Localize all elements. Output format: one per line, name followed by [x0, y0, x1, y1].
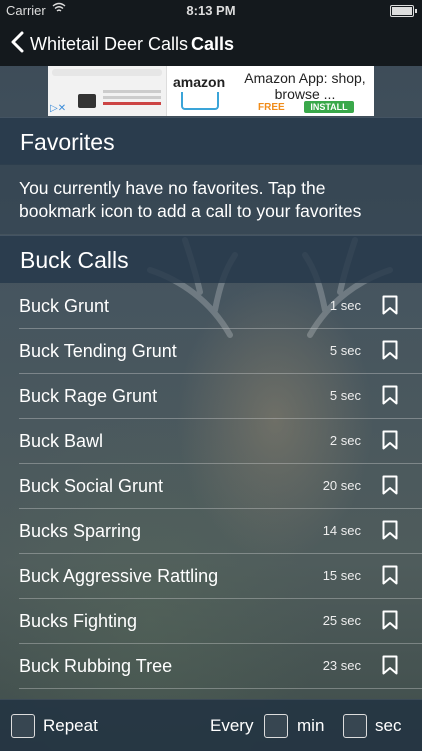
bookmark-icon[interactable]: [382, 295, 398, 315]
call-name: Buck Bawl: [19, 431, 104, 451]
bookmark-icon[interactable]: [382, 385, 398, 405]
ad-brand: amazon: [173, 74, 226, 90]
seconds-label: sec: [375, 716, 402, 735]
list-item[interactable]: Buck Grunt 1 sec: [19, 284, 422, 329]
minutes-label: min: [297, 716, 325, 735]
navigation-bar: Whitetail Deer Calls Calls: [0, 22, 422, 66]
list-item[interactable]: Buck Rage Grunt 5 sec: [19, 374, 422, 419]
call-duration: 20 sec: [322, 478, 361, 493]
ad-banner[interactable]: ▷✕ amazon Amazon App: shop, browse ... F…: [48, 66, 374, 116]
bookmark-icon[interactable]: [382, 520, 398, 540]
ad-headline: Amazon App: shop, browse ...: [244, 70, 366, 102]
favorites-empty-message: You currently have no favorites. Tap the…: [0, 164, 422, 234]
ad-product-lines: [103, 90, 161, 93]
list-item[interactable]: Buck Tending Grunt 5 sec: [19, 329, 422, 374]
call-duration: 2 sec: [329, 433, 361, 448]
page-title: Calls: [191, 34, 235, 54]
list-item[interactable]: Buck Bawl 2 sec: [19, 419, 422, 464]
camera-icon: [78, 94, 96, 108]
ad-free-label: FREE: [258, 102, 285, 113]
minutes-input[interactable]: [264, 714, 288, 738]
favorites-header-label: Favorites: [20, 129, 115, 155]
list-item[interactable]: Buck Aggressive Rattling 15 sec: [19, 554, 422, 599]
call-name: Buck Social Grunt: [19, 476, 164, 496]
call-name: Buck Grunt: [19, 296, 110, 316]
list-item[interactable]: Buck Rubbing Tree 23 sec: [19, 644, 422, 689]
call-duration: 5 sec: [329, 343, 361, 358]
repeat-toolbar: Repeat Every min sec: [0, 699, 422, 751]
favorites-message-text: You currently have no favorites. Tap the…: [19, 178, 362, 221]
repeat-checkbox[interactable]: [11, 714, 35, 738]
call-duration: 23 sec: [322, 658, 361, 673]
battery-icon: [390, 5, 417, 17]
call-name: Buck Tending Grunt: [19, 341, 177, 361]
status-time: 8:13 PM: [186, 3, 236, 18]
back-button[interactable]: Whitetail Deer Calls: [10, 31, 188, 57]
call-duration: 25 sec: [322, 613, 361, 628]
list-item[interactable]: Buck Social Grunt 20 sec: [19, 464, 422, 509]
call-name: Buck Rubbing Tree: [19, 656, 173, 676]
ad-search-bar: [52, 69, 162, 76]
call-name: Bucks Fighting: [19, 611, 138, 631]
call-duration: 15 sec: [322, 568, 361, 583]
bookmark-icon[interactable]: [382, 340, 398, 360]
repeat-label: Repeat: [43, 716, 98, 735]
bookmark-icon[interactable]: [382, 655, 398, 675]
ad-install-button[interactable]: INSTALL: [304, 101, 354, 113]
ad-choices-icon[interactable]: ▷✕: [50, 103, 66, 114]
chevron-left-icon: [10, 31, 24, 57]
call-name: Buck Aggressive Rattling: [19, 566, 219, 586]
call-duration: 1 sec: [329, 298, 361, 313]
list-item[interactable]: Bucks Sparring 14 sec: [19, 509, 422, 554]
buck-calls-list: Buck Grunt 1 sec Buck Tending Grunt 5 se…: [0, 284, 422, 689]
call-duration: 14 sec: [322, 523, 361, 538]
buck-calls-header-label: Buck Calls: [20, 247, 129, 273]
buck-calls-header: Buck Calls: [0, 235, 422, 283]
list-item[interactable]: Bucks Fighting 25 sec: [19, 599, 422, 644]
back-button-label: Whitetail Deer Calls: [30, 33, 189, 54]
status-bar: Carrier 8:13 PM: [0, 0, 422, 22]
bookmark-icon[interactable]: [382, 565, 398, 585]
favorites-header: Favorites: [0, 117, 422, 165]
seconds-input[interactable]: [343, 714, 367, 738]
bookmark-icon[interactable]: [382, 610, 398, 630]
every-label: Every: [210, 716, 254, 735]
cart-icon: [181, 92, 219, 110]
bookmark-icon[interactable]: [382, 475, 398, 495]
call-name: Bucks Sparring: [19, 521, 142, 541]
bookmark-icon[interactable]: [382, 430, 398, 450]
call-duration: 5 sec: [329, 388, 361, 403]
call-name: Buck Rage Grunt: [19, 386, 158, 406]
